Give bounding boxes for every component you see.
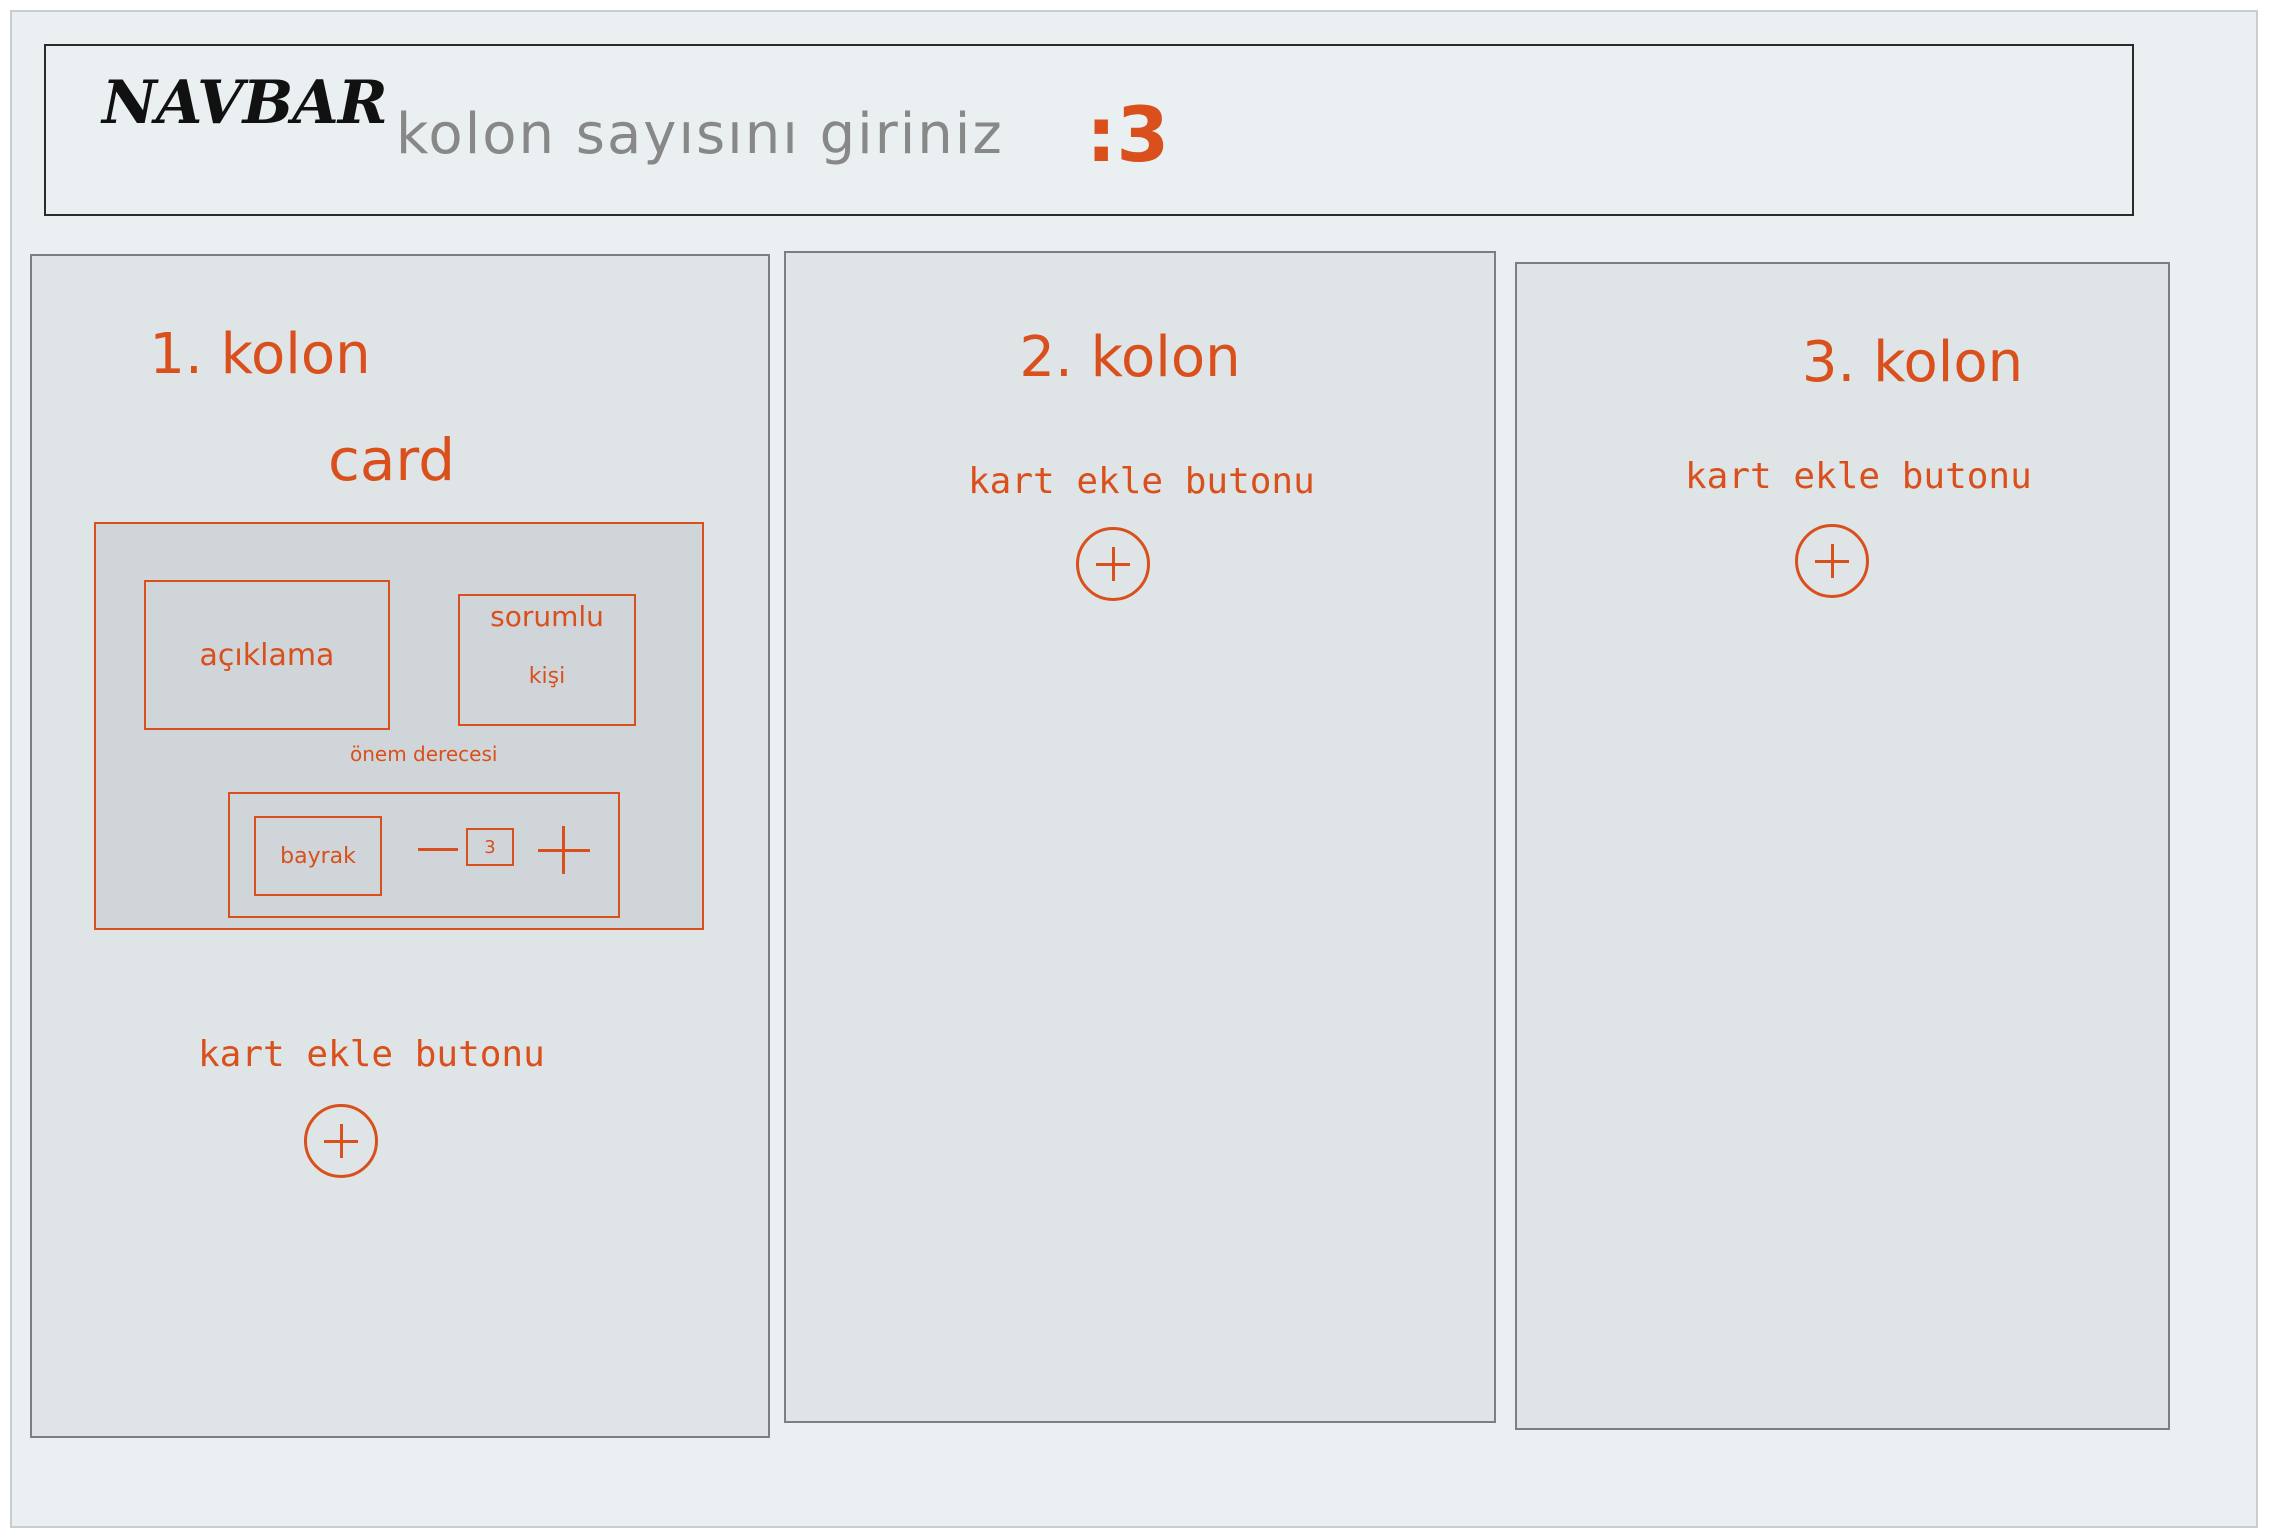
column-title: 3. kolon	[1801, 330, 2024, 395]
add-card-label: kart ekle butonu	[968, 461, 1315, 502]
flag-label: bayrak	[280, 843, 356, 869]
plus-icon	[1096, 547, 1130, 581]
priority-label: önem derecesi	[350, 742, 498, 766]
add-card-button[interactable]	[1795, 524, 1869, 598]
responsible-label: sorumlu	[490, 600, 604, 633]
column-1: 1. kolon card açıklama sorumlu kişi önem…	[30, 254, 770, 1438]
priority-stepper-value[interactable]: 3	[466, 828, 514, 866]
description-text: açıklama	[199, 637, 335, 673]
add-card-button[interactable]	[304, 1104, 378, 1178]
navbar: NAVBAR kolon sayısını giriniz :3	[44, 44, 2134, 216]
column-title: 2. kolon	[1019, 325, 1241, 390]
card-label: card	[328, 426, 456, 494]
add-card-button[interactable]	[1076, 527, 1150, 601]
plus-icon	[1815, 544, 1849, 578]
task-card[interactable]: açıklama sorumlu kişi önem derecesi bayr…	[94, 522, 704, 930]
card-responsible-person[interactable]: sorumlu kişi	[458, 594, 636, 726]
person-label: kişi	[528, 664, 566, 689]
navbar-title: NAVBAR	[102, 68, 388, 138]
add-card-label: kart ekle butonu	[1685, 456, 2032, 497]
plus-icon	[324, 1124, 358, 1158]
card-description[interactable]: açıklama	[144, 580, 390, 730]
flag-button[interactable]: bayrak	[254, 816, 382, 896]
priority-control: bayrak 3	[228, 792, 620, 918]
column-count-prompt: kolon sayısını giriniz	[396, 102, 1004, 167]
add-card-label: kart ekle butonu	[198, 1034, 545, 1075]
plus-icon[interactable]	[538, 826, 590, 874]
column-count-input[interactable]: :3	[1086, 90, 1169, 179]
column-2: 2. kolon kart ekle butonu	[784, 251, 1496, 1423]
column-title: 1. kolon	[149, 322, 371, 387]
minus-icon[interactable]	[418, 848, 458, 851]
column-3: 3. kolon kart ekle butonu	[1515, 262, 2170, 1430]
